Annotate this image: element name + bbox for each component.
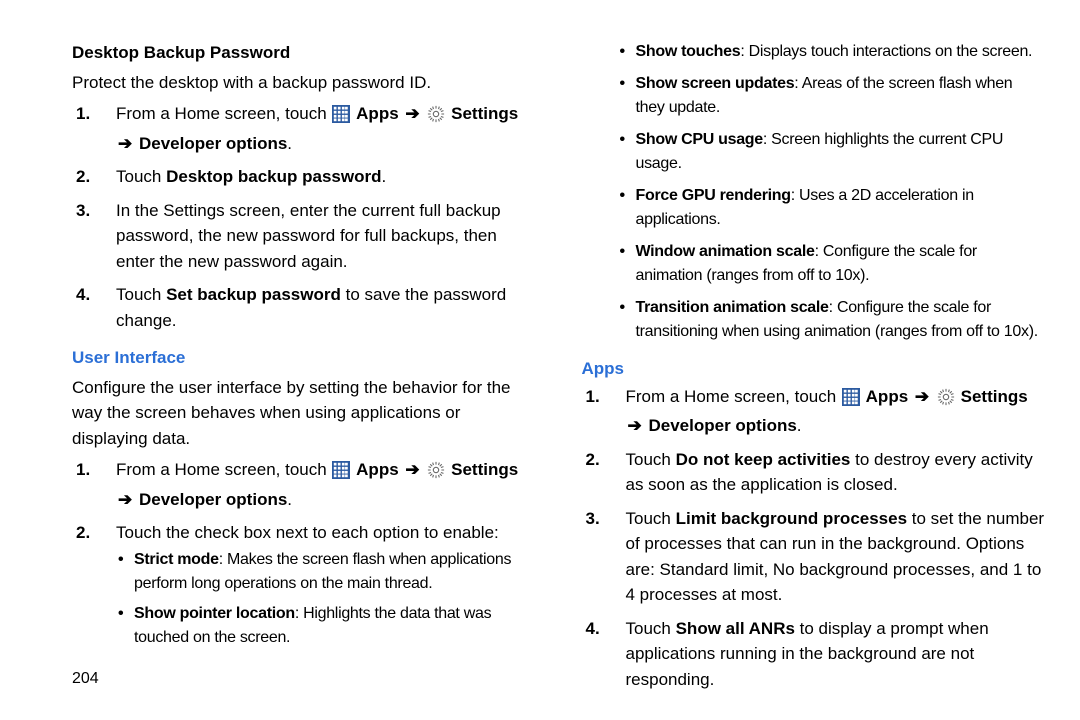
opt-transition-anim: Transition animation scale xyxy=(636,299,829,316)
opt-force-gpu: Force GPU rendering xyxy=(636,187,791,204)
list-item: Show screen updates: Areas of the screen… xyxy=(636,72,1046,128)
label-desktop-backup-password: Desktop backup password xyxy=(166,167,381,186)
step-text: Touch the check box next to each option … xyxy=(116,523,499,542)
step-marker: 2. xyxy=(586,447,600,473)
step-text: From a Home screen, touch xyxy=(116,104,331,123)
opt-show-cpu: Show CPU usage xyxy=(636,131,763,148)
label-apps: Apps xyxy=(356,104,403,123)
label-do-not-keep-activities: Do not keep activities xyxy=(676,450,851,469)
step-text: Touch xyxy=(626,619,676,638)
steps-desktop-backup: 1. From a Home screen, touch Apps ➔ Sett… xyxy=(72,101,536,341)
arrow-icon: ➔ xyxy=(403,460,421,479)
step-1: 1. From a Home screen, touch Apps ➔ Sett… xyxy=(626,384,1046,447)
step-text: Touch xyxy=(626,509,676,528)
right-column: Show touches: Displays touch interaction… xyxy=(574,40,1046,704)
ui-option-list: Strict mode: Makes the screen flash when… xyxy=(116,548,536,656)
para-backup-intro: Protect the desktop with a backup passwo… xyxy=(72,70,536,96)
list-item: Force GPU rendering: Uses a 2D accelerat… xyxy=(636,184,1046,240)
label-show-all-anrs: Show all ANRs xyxy=(676,619,795,638)
step-marker: 2. xyxy=(76,520,90,546)
left-column: Desktop Backup Password Protect the desk… xyxy=(72,40,544,704)
opt-text: : Displays touch interactions on the scr… xyxy=(740,43,1032,60)
list-item: Show touches: Displays touch interaction… xyxy=(636,40,1046,72)
step-marker: 4. xyxy=(76,282,90,308)
list-item: Transition animation scale: Configure th… xyxy=(636,296,1046,352)
step-4: 4. Touch Set backup password to save the… xyxy=(116,282,536,341)
list-item: Window animation scale: Configure the sc… xyxy=(636,240,1046,296)
opt-show-screen-updates: Show screen updates xyxy=(636,75,795,92)
step-marker: 1. xyxy=(586,384,600,410)
opt-strict-mode: Strict mode xyxy=(134,551,219,568)
steps-user-interface: 1. From a Home screen, touch Apps ➔ Sett… xyxy=(72,457,536,668)
step-marker: 2. xyxy=(76,164,90,190)
opt-window-anim: Window animation scale xyxy=(636,243,815,260)
label-developer-options: Developer options xyxy=(139,490,287,509)
step-marker: 1. xyxy=(76,457,90,483)
list-item: Show pointer location: Highlights the da… xyxy=(134,602,536,656)
step-2: 2. Touch the check box next to each opti… xyxy=(116,520,536,668)
step-text: From a Home screen, touch xyxy=(626,387,841,406)
step-marker: 1. xyxy=(76,101,90,127)
step-marker: 4. xyxy=(586,616,600,642)
label-set-backup-password: Set backup password xyxy=(166,285,341,304)
label-limit-bg-processes: Limit background processes xyxy=(676,509,907,528)
settings-icon xyxy=(427,461,445,487)
step-marker: 3. xyxy=(76,198,90,224)
label-settings: Settings xyxy=(451,104,518,123)
label-settings: Settings xyxy=(451,460,518,479)
step-text: In the Settings screen, enter the curren… xyxy=(116,201,501,271)
ui-option-list-cont: Show touches: Displays touch interaction… xyxy=(618,40,1046,352)
heading-apps: Apps xyxy=(582,356,1046,382)
page-number: 204 xyxy=(72,670,99,688)
opt-show-pointer: Show pointer location xyxy=(134,605,295,622)
label-developer-options: Developer options xyxy=(139,134,287,153)
para-ui-intro: Configure the user interface by setting … xyxy=(72,375,536,452)
manual-page: Desktop Backup Password Protect the desk… xyxy=(0,0,1080,720)
step-text: Touch xyxy=(116,285,166,304)
label-apps: Apps xyxy=(866,387,913,406)
arrow-icon: ➔ xyxy=(116,490,134,509)
step-1: 1. From a Home screen, touch Apps ➔ Sett… xyxy=(116,457,536,520)
list-item: Show CPU usage: Screen highlights the cu… xyxy=(636,128,1046,184)
settings-icon xyxy=(427,105,445,131)
heading-desktop-backup: Desktop Backup Password xyxy=(72,40,536,66)
apps-icon xyxy=(332,461,350,487)
heading-user-interface: User Interface xyxy=(72,345,536,371)
step-1: 1. From a Home screen, touch Apps ➔ Sett… xyxy=(116,101,536,164)
apps-icon xyxy=(842,388,860,414)
step-marker: 3. xyxy=(586,506,600,532)
step-2: 2. Touch Desktop backup password. xyxy=(116,164,536,198)
label-apps: Apps xyxy=(356,460,403,479)
settings-icon xyxy=(937,388,955,414)
steps-apps: 1. From a Home screen, touch Apps ➔ Sett… xyxy=(582,384,1046,701)
step-3: 3. Touch Limit background processes to s… xyxy=(626,506,1046,616)
step-text: Touch xyxy=(626,450,676,469)
label-settings: Settings xyxy=(961,387,1028,406)
list-item: Strict mode: Makes the screen flash when… xyxy=(134,548,536,602)
step-2: 2. Touch Do not keep activities to destr… xyxy=(626,447,1046,506)
step-text: Touch xyxy=(116,167,166,186)
label-developer-options: Developer options xyxy=(648,416,796,435)
apps-icon xyxy=(332,105,350,131)
arrow-icon: ➔ xyxy=(403,104,421,123)
step-4: 4. Touch Show all ANRs to display a prom… xyxy=(626,616,1046,701)
opt-show-touches: Show touches xyxy=(636,43,741,60)
step-3: 3. In the Settings screen, enter the cur… xyxy=(116,198,536,283)
arrow-icon: ➔ xyxy=(626,416,644,435)
arrow-icon: ➔ xyxy=(116,134,134,153)
step-text: From a Home screen, touch xyxy=(116,460,331,479)
arrow-icon: ➔ xyxy=(913,387,931,406)
